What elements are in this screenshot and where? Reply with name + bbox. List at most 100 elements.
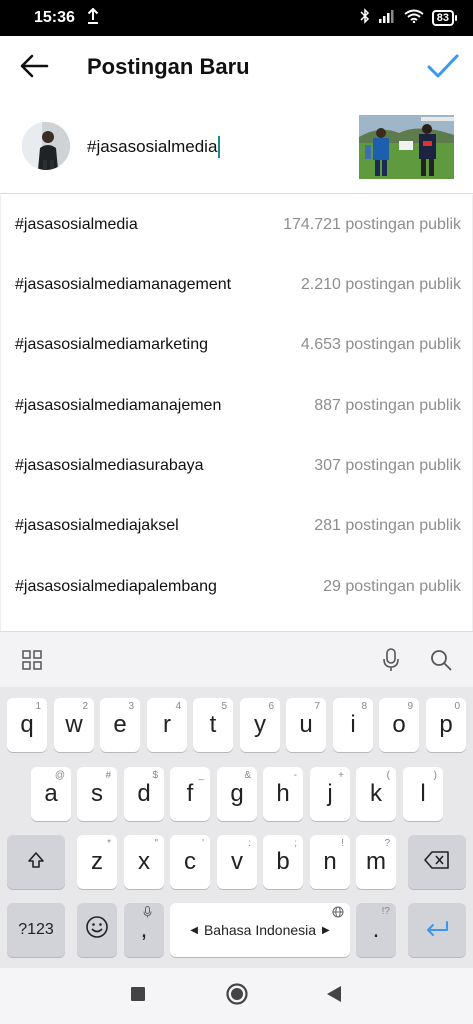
suggestion-item[interactable]: #jasasosialmedia 174.721 postingan publi… (1, 195, 473, 255)
page-title: Postingan Baru (87, 54, 250, 79)
key-s[interactable]: s # (77, 767, 117, 821)
back-button[interactable] (14, 52, 54, 84)
suggestion-count: 4.653 postingan publik (300, 336, 461, 353)
emoji-key[interactable] (77, 903, 117, 957)
caret-right-icon: ▶ (322, 924, 330, 936)
confirm-button[interactable] (423, 50, 463, 86)
suggestion-tag: #jasasosialmediasurabaya (15, 457, 204, 474)
key-e[interactable]: e3 (100, 698, 140, 752)
period-label: . (372, 916, 380, 943)
key-g[interactable]: g & (217, 767, 257, 821)
post-thumbnail[interactable] (359, 115, 454, 179)
text-caret (218, 136, 221, 158)
key-l[interactable]: l) (403, 767, 443, 821)
period-key[interactable]: . !? (356, 903, 396, 957)
suggestion-tag: #jasasosialmediapalembang (15, 578, 217, 595)
avatar (22, 122, 70, 170)
microphone-icon (143, 906, 152, 921)
keyboard: q1 w2 e3 r4 t5 y6 u7 i8 o9 p0 a @ s # d $ f… (0, 687, 473, 968)
recents-button[interactable] (124, 982, 152, 1010)
key-u[interactable]: u7 (286, 698, 326, 752)
comma-key[interactable]: , (124, 903, 164, 957)
circle-icon (225, 982, 249, 1011)
suggestion-tag: #jasasosialmediamarketing (15, 336, 208, 353)
suggestion-tag: #jasasosialmedia (15, 216, 138, 233)
space-key[interactable]: ◀ Bahasa Indonesia ▶ (170, 903, 350, 957)
screen: 15:36 83 Postingan Baru #jasasosialmedia… (0, 0, 473, 1024)
suggestion-count: 2.210 postingan publik (300, 276, 461, 293)
key-k[interactable]: k( (356, 767, 396, 821)
bluetooth-icon (360, 7, 370, 29)
suggestion-item[interactable]: #jasasosialmediamanajemen 887 postingan … (1, 376, 473, 436)
key-n[interactable]: n! (310, 835, 350, 889)
search-icon[interactable] (427, 646, 455, 674)
upload-icon (87, 7, 99, 29)
key-y[interactable]: y6 (240, 698, 280, 752)
caption-text: #jasasosialmedia (87, 137, 218, 156)
caret-left-icon: ◀ (190, 924, 198, 936)
battery-level: 83 (431, 10, 454, 26)
key-i[interactable]: i8 (333, 698, 373, 752)
key-q[interactable]: q1 (7, 698, 47, 752)
key-v[interactable]: v: (217, 835, 257, 889)
wifi-icon (404, 9, 424, 28)
navigation-bar (0, 968, 473, 1024)
suggestion-tag: #jasasosialmediamanajemen (15, 397, 222, 414)
suggestion-count: 887 postingan publik (314, 397, 461, 414)
key-h[interactable]: h- (263, 767, 303, 821)
back-nav-button[interactable] (320, 982, 348, 1010)
symbols-key[interactable]: ?123 (7, 903, 65, 957)
backspace-icon (424, 848, 450, 876)
battery-icon: 83 (431, 10, 457, 26)
key-a[interactable]: a @ (31, 767, 71, 821)
globe-icon (332, 906, 344, 921)
space-label: Bahasa Indonesia (203, 922, 317, 938)
key-f[interactable]: f _ (170, 767, 210, 821)
emoji-icon (85, 915, 109, 946)
keyboard-toolbar (0, 631, 473, 687)
key-m[interactable]: m? (356, 835, 396, 889)
shift-key[interactable] (7, 835, 65, 889)
hashtag-suggestion-list: #jasasosialmedia 174.721 postingan publi… (0, 195, 473, 631)
key-c[interactable]: c ' (170, 835, 210, 889)
suggestion-item[interactable]: #jasasosialmediasurabaya 307 postingan p… (1, 436, 473, 496)
enter-key[interactable] (408, 903, 466, 957)
suggestion-item[interactable]: #jasasosialmediamarketing 4.653 postinga… (1, 315, 473, 375)
signal-icon (378, 9, 396, 28)
grid-icon[interactable] (18, 646, 46, 674)
home-button[interactable] (223, 982, 251, 1010)
caption-input[interactable]: #jasasosialmedia (87, 136, 221, 158)
arrow-left-icon (19, 54, 49, 83)
square-icon (131, 986, 145, 1006)
caption-row: #jasasosialmedia (0, 100, 473, 194)
key-w[interactable]: w2 (54, 698, 94, 752)
suggestion-count: 174.721 postingan publik (283, 216, 461, 233)
status-bar: 15:36 83 (0, 0, 473, 36)
key-p[interactable]: p0 (426, 698, 466, 752)
shift-icon (27, 848, 45, 876)
key-x[interactable]: x " (124, 835, 164, 889)
key-d[interactable]: d $ (124, 767, 164, 821)
key-z[interactable]: z * (77, 835, 117, 889)
app-header: Postingan Baru (0, 36, 473, 100)
key-t[interactable]: t5 (193, 698, 233, 752)
suggestion-item[interactable]: #jasasosialmediajaksel 281 postingan pub… (1, 496, 473, 556)
suggestion-count: 29 postingan publik (323, 578, 461, 595)
suggestion-item[interactable]: #jasasosialmediapalembang 29 postingan p… (1, 557, 473, 617)
suggestion-count: 281 postingan publik (314, 517, 461, 534)
suggestion-count: 307 postingan publik (314, 457, 461, 474)
suggestion-item[interactable]: #jasasosialmediamanagement 2.210 posting… (1, 255, 473, 315)
key-o[interactable]: o9 (379, 698, 419, 752)
key-j[interactable]: j + (310, 767, 350, 821)
key-b[interactable]: b; (263, 835, 303, 889)
triangle-back-icon (326, 985, 342, 1008)
enter-icon (425, 916, 449, 944)
suggestion-tag: #jasasosialmediajaksel (15, 517, 179, 534)
key-r[interactable]: r4 (147, 698, 187, 752)
microphone-icon[interactable] (377, 646, 405, 674)
backspace-key[interactable] (408, 835, 466, 889)
suggestion-tag: #jasasosialmediamanagement (15, 276, 232, 293)
status-time: 15:36 (34, 9, 75, 26)
check-icon (427, 53, 459, 84)
period-hint: !? (381, 906, 390, 917)
